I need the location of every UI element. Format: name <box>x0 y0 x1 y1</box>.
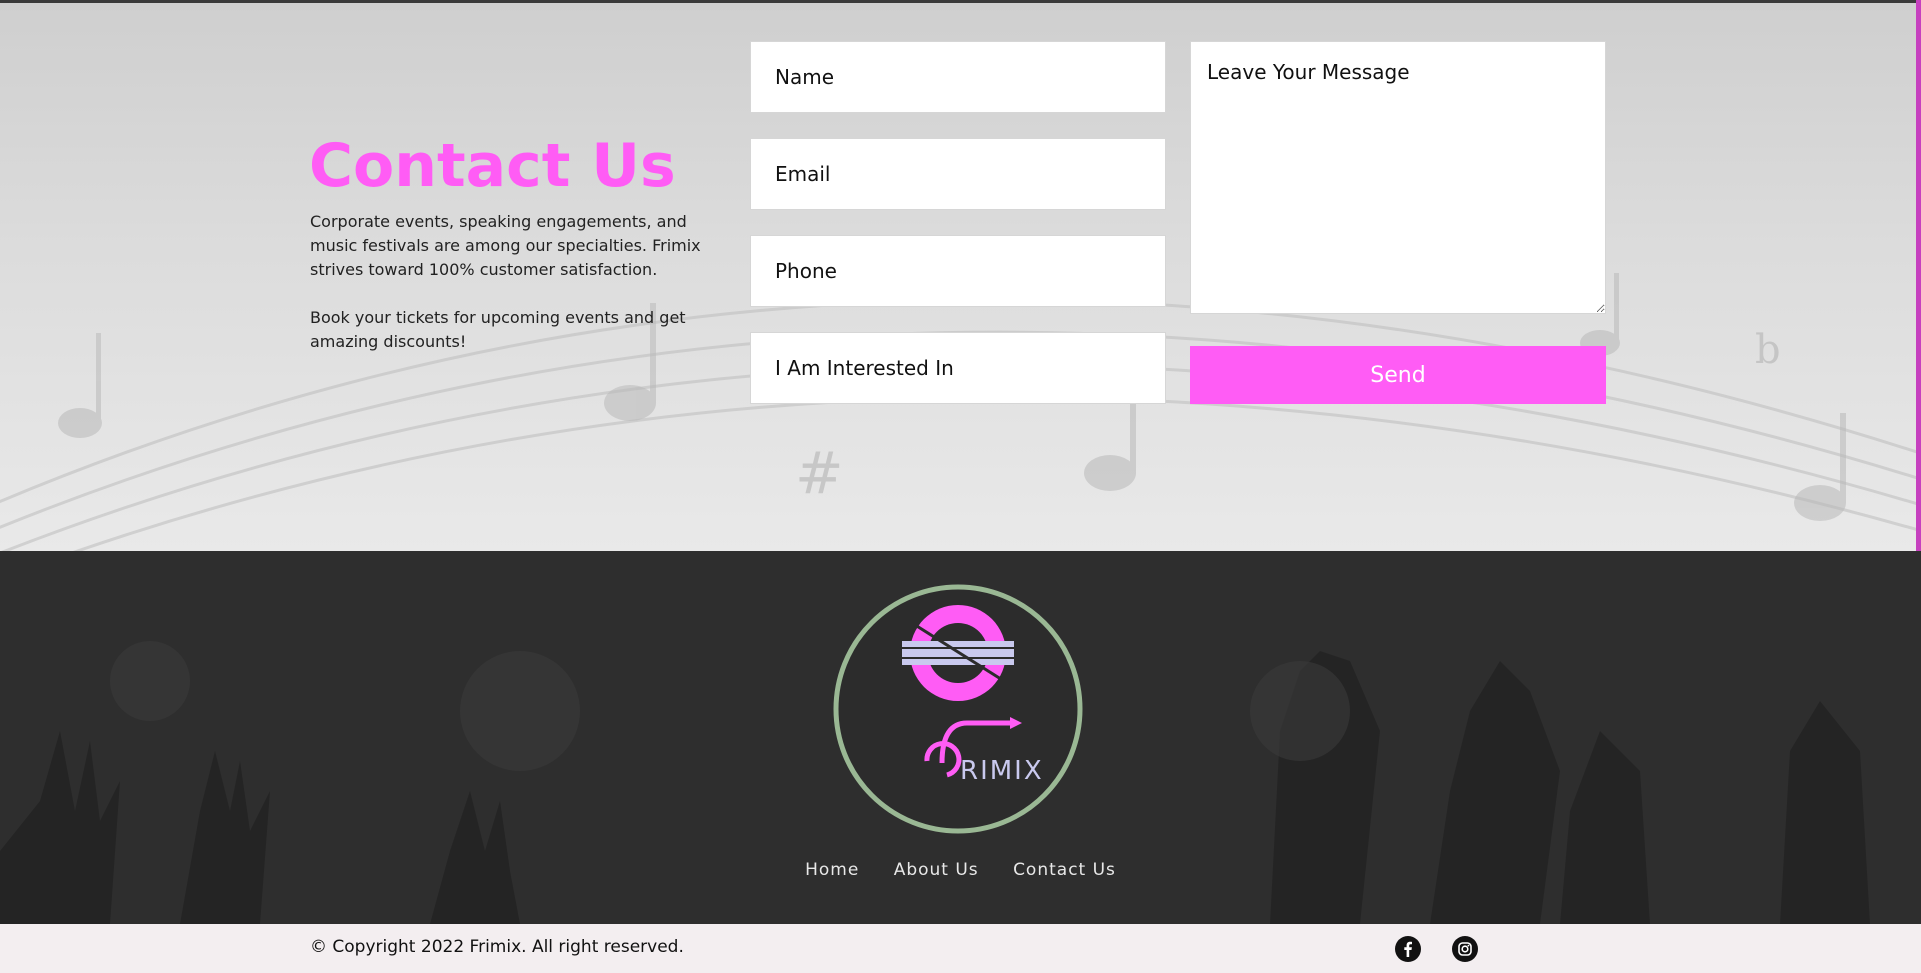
name-field[interactable] <box>750 41 1166 113</box>
send-button[interactable]: Send <box>1190 346 1606 404</box>
message-field[interactable] <box>1190 41 1606 314</box>
bottom-bar: © Copyright 2022 Frimix. All right reser… <box>0 924 1921 973</box>
contact-description: Corporate events, speaking engagements, … <box>310 212 701 279</box>
frimix-logo: RIMIX <box>833 584 1083 834</box>
phone-field[interactable] <box>750 235 1166 307</box>
footer: RIMIX Home About Us Contact Us <box>0 551 1921 924</box>
svg-text:#: # <box>795 439 844 507</box>
instagram-icon[interactable] <box>1452 936 1478 962</box>
contact-section: # b Contact Us Corporate events, speakin… <box>0 0 1921 551</box>
footer-nav: Home About Us Contact Us <box>0 860 1921 880</box>
contact-promo-text: Book your tickets for upcoming events an… <box>310 308 686 351</box>
email-field[interactable] <box>750 138 1166 210</box>
facebook-glyph <box>1404 941 1412 957</box>
footer-link-home[interactable]: Home <box>805 860 859 880</box>
copyright-text: © Copyright 2022 Frimix. All right reser… <box>310 937 684 957</box>
interest-field[interactable] <box>750 332 1166 404</box>
contact-title: Contact Us <box>309 131 676 201</box>
logo-text: RIMIX <box>960 756 1044 786</box>
footer-link-about[interactable]: About Us <box>894 860 979 880</box>
svg-text:b: b <box>1755 327 1781 373</box>
footer-link-contact[interactable]: Contact Us <box>1013 860 1116 880</box>
instagram-glyph <box>1458 942 1472 956</box>
facebook-icon[interactable] <box>1395 936 1421 962</box>
